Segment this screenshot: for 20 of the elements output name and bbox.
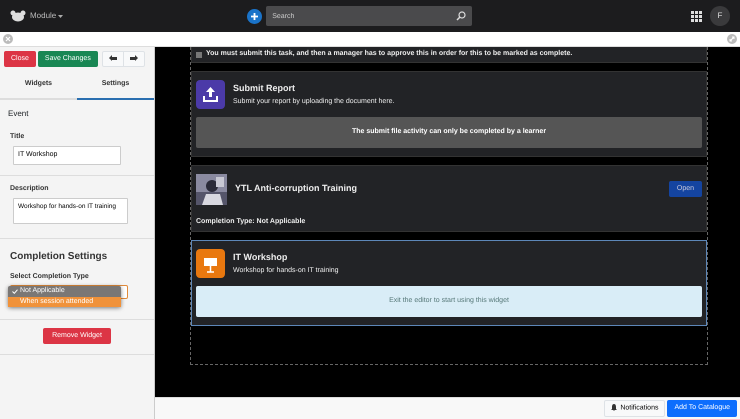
section-heading: Completion Settings	[10, 250, 108, 264]
user-avatar[interactable]: F	[710, 6, 730, 26]
upload-icon	[196, 80, 225, 109]
undo-arrow-icon	[108, 55, 117, 62]
add-icon[interactable]	[247, 8, 262, 24]
widget-title: IT Workshop	[233, 250, 288, 264]
module-menu[interactable]: Module	[30, 10, 64, 22]
widget-title: Submit Report	[233, 82, 296, 95]
section-title: Event	[8, 108, 28, 118]
bell-icon	[611, 404, 618, 412]
redo-button[interactable]	[122, 51, 145, 68]
search-icon[interactable]	[456, 11, 466, 21]
presentation-icon	[196, 249, 225, 278]
caret-icon	[58, 14, 64, 18]
redo-arrow-icon	[130, 55, 138, 62]
widget-title: YTL Anti-corruption Training	[235, 182, 358, 196]
logo-icon[interactable]	[10, 10, 26, 22]
checkbox[interactable]	[196, 52, 202, 58]
undo-button[interactable]	[102, 51, 124, 68]
apps-grid-icon[interactable]	[691, 10, 702, 22]
